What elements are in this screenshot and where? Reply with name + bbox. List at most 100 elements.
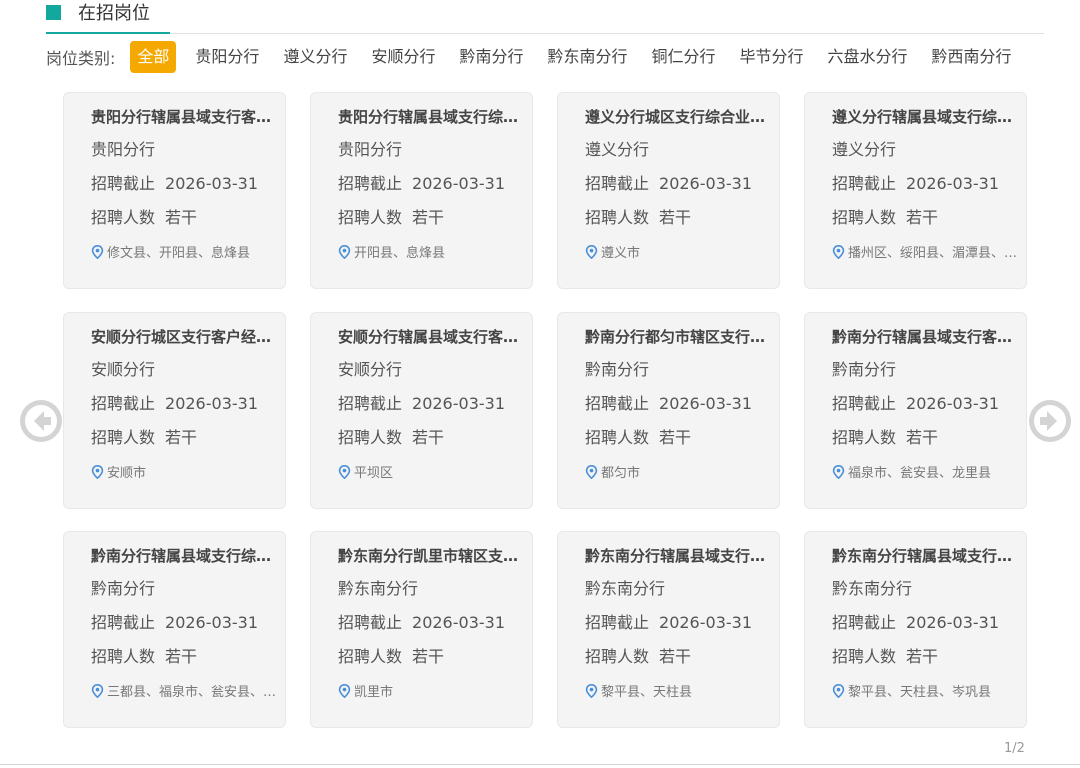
deadline-value: 2026-03-31: [165, 174, 258, 193]
deadline-value: 2026-03-31: [165, 393, 258, 413]
deadline-label: 招聘截止: [585, 613, 650, 632]
deadline-value: 2026-03-31: [906, 393, 999, 413]
location-text: 福泉市、瓮安县、龙里县: [848, 465, 992, 481]
location-text: 遵义市: [601, 246, 641, 261]
job-branch: 黔东南分行: [338, 579, 419, 598]
count-value: 若干: [165, 647, 198, 666]
count-label: 招聘人数: [91, 427, 156, 447]
location-text: 开阳县、息烽县: [354, 246, 446, 261]
job-branch: 安顺分行: [338, 359, 403, 379]
job-card[interactable]: 黔东南分行凯里市辖区支行客户经理黔东南分行招聘截止 2026-03-31 招聘人数若…: [310, 531, 533, 728]
job-location: 黎平县、天柱县、岑巩县: [832, 683, 1022, 703]
count-label: 招聘人数: [91, 208, 156, 227]
job-title[interactable]: 安顺分行辖属县域支行客户经理: [338, 326, 526, 348]
job-deadline-row: 招聘截止 2026-03-31: [585, 393, 752, 415]
count-label: 招聘人数: [832, 208, 897, 227]
deadline-value: 2026-03-31: [906, 174, 999, 193]
job-title[interactable]: 遵义分行城区支行综合业务岗: [585, 106, 773, 128]
job-title[interactable]: 黔南分行辖属县域支行客户经理: [832, 326, 1020, 348]
job-location: 播州区、绥阳县、湄潭县、凤冈县: [832, 244, 1022, 264]
job-title[interactable]: 贵阳分行辖属县域支行综合业务岗: [338, 106, 526, 128]
job-branch: 贵阳分行: [338, 140, 403, 159]
deadline-value: 2026-03-31: [412, 613, 505, 632]
location-pin-icon: [91, 464, 104, 479]
job-branch: 黔南分行: [585, 359, 650, 379]
location-text: 黎平县、天柱县: [601, 685, 693, 700]
count-label: 招聘人数: [585, 427, 650, 447]
filter-item-liupanshui[interactable]: 六盘水分行: [817, 41, 919, 73]
location-pin-icon: [338, 683, 351, 699]
job-card[interactable]: 安顺分行辖属县域支行客户经理安顺分行招聘截止 2026-03-31 招聘人数若干平坝…: [310, 311, 533, 509]
category-filter-bar: 岗位类别: 全部 贵阳分行 遵义分行 安顺分行 黔南分行 黔东南分行 铜仁分行 …: [46, 40, 1025, 74]
job-branch: 黔东南分行: [585, 579, 666, 598]
job-card[interactable]: 黔南分行都匀市辖区支行客户经理黔南分行招聘截止 2026-03-31 招聘人数若干都…: [557, 311, 780, 509]
job-branch: 安顺分行: [91, 359, 156, 379]
deadline-value: 2026-03-31: [412, 174, 505, 193]
job-title[interactable]: 黔南分行辖属县域支行综合业务岗: [91, 545, 279, 567]
job-branch: 遵义分行: [832, 140, 897, 159]
job-location: 三都县、福泉市、瓮安县、龙里县: [91, 683, 281, 703]
job-deadline-row: 招聘截止 2026-03-31: [338, 612, 505, 634]
job-card[interactable]: 贵阳分行辖属县域支行综合业务岗贵阳分行招聘截止 2026-03-31 招聘人数若干开…: [310, 92, 533, 289]
job-card[interactable]: 黔东南分行辖属县域支行综合业务岗黔东南分行招聘截止 2026-03-31 招聘人数若…: [804, 531, 1027, 728]
deadline-label: 招聘截止: [338, 393, 403, 413]
deadline-label: 招聘截止: [91, 174, 156, 193]
section-square-icon: [46, 5, 64, 23]
filter-item-tongren[interactable]: 铜仁分行: [641, 41, 727, 73]
job-location: 福泉市、瓮安县、龙里县: [832, 464, 1022, 484]
job-card[interactable]: 安顺分行城区支行客户经理岗 安顺分行 招聘截止 2026-03-31 招聘人数 若干 安顺市: [63, 311, 286, 509]
job-deadline-row: 招聘截止 2026-03-31: [832, 612, 999, 634]
job-location: 遵义市: [585, 244, 775, 264]
job-card[interactable]: 遵义分行辖属县域支行综合业务岗遵义分行招聘截止 2026-03-31 招聘人数若干播…: [804, 92, 1027, 289]
job-count-row: 招聘人数 若干: [585, 207, 691, 229]
job-branch: 黔南分行: [91, 579, 156, 598]
job-card[interactable]: 贵阳分行辖属县域支行客户经理贵阳分行招聘截止 2026-03-31 招聘人数若干修文…: [63, 92, 286, 289]
filter-label: 岗位类别:: [46, 49, 116, 68]
filter-item-all[interactable]: 全部: [130, 41, 177, 73]
count-label: 招聘人数: [338, 208, 403, 227]
job-deadline-row: 招聘截止 2026-03-31: [91, 173, 258, 195]
count-label: 招聘人数: [338, 647, 403, 666]
filter-item-qiannan[interactable]: 黔南分行: [448, 41, 534, 73]
location-pin-icon: [585, 683, 598, 699]
bottom-divider: [0, 764, 1080, 765]
arrow-left-circle-icon[interactable]: [19, 399, 63, 443]
job-card[interactable]: 黔东南分行辖属县域支行客户经理黔东南分行招聘截止 2026-03-31 招聘人数若干…: [557, 531, 780, 728]
job-title[interactable]: 黔东南分行凯里市辖区支行客户经理: [338, 545, 526, 567]
job-count-row: 招聘人数 若干: [585, 427, 691, 449]
filter-item-qiandongnan[interactable]: 黔东南分行: [536, 41, 638, 73]
deadline-label: 招聘截止: [585, 393, 650, 413]
job-deadline-row: 招聘截止 2026-03-31: [832, 173, 999, 195]
location-pin-icon: [338, 464, 351, 479]
job-card[interactable]: 黔南分行辖属县域支行综合业务岗黔南分行招聘截止 2026-03-31 招聘人数若干三…: [63, 531, 286, 728]
arrow-right-circle-icon[interactable]: [1028, 399, 1072, 443]
filter-item-guiyang[interactable]: 贵阳分行: [184, 41, 270, 73]
count-value: 若干: [659, 208, 692, 227]
location-text: 安顺市: [107, 465, 147, 481]
filter-item-zunyi[interactable]: 遵义分行: [272, 41, 358, 73]
job-title[interactable]: 黔东南分行辖属县域支行综合业务岗: [832, 545, 1020, 567]
job-count-row: 招聘人数 若干: [832, 207, 938, 229]
job-title[interactable]: 黔东南分行辖属县域支行客户经理: [585, 545, 773, 567]
job-title[interactable]: 安顺分行城区支行客户经理岗: [91, 326, 279, 348]
location-text: 都匀市: [601, 465, 641, 481]
filter-item-qianxinan[interactable]: 黔西南分行: [921, 41, 1023, 73]
job-location: 都匀市: [585, 464, 775, 484]
job-title[interactable]: 黔南分行都匀市辖区支行客户经理: [585, 326, 773, 348]
job-card[interactable]: 遵义分行城区支行综合业务岗 遵义分行 招聘截止 2026-03-31 招聘人数 若干 遵义市: [557, 92, 780, 289]
filter-item-bijie[interactable]: 毕节分行: [729, 41, 815, 73]
job-title[interactable]: 遵义分行辖属县域支行综合业务岗: [832, 106, 1020, 128]
job-card[interactable]: 黔南分行辖属县域支行客户经理黔南分行招聘截止 2026-03-31 招聘人数若干福泉…: [804, 311, 1027, 509]
deadline-value: 2026-03-31: [659, 174, 752, 193]
location-text: 三都县、福泉市、瓮安县、龙里县: [107, 685, 281, 700]
count-label: 招聘人数: [585, 647, 650, 666]
deadline-value: 2026-03-31: [412, 393, 505, 413]
location-text: 凯里市: [354, 685, 394, 700]
job-location: 修文县、开阳县、息烽县: [91, 244, 281, 264]
filter-item-anshun[interactable]: 安顺分行: [360, 41, 446, 73]
count-value: 若干: [906, 647, 939, 666]
location-text: 黎平县、天柱县、岑巩县: [848, 685, 992, 700]
location-pin-icon: [832, 464, 845, 479]
job-title[interactable]: 贵阳分行辖属县域支行客户经理: [91, 106, 279, 128]
deadline-label: 招聘截止: [832, 393, 897, 413]
